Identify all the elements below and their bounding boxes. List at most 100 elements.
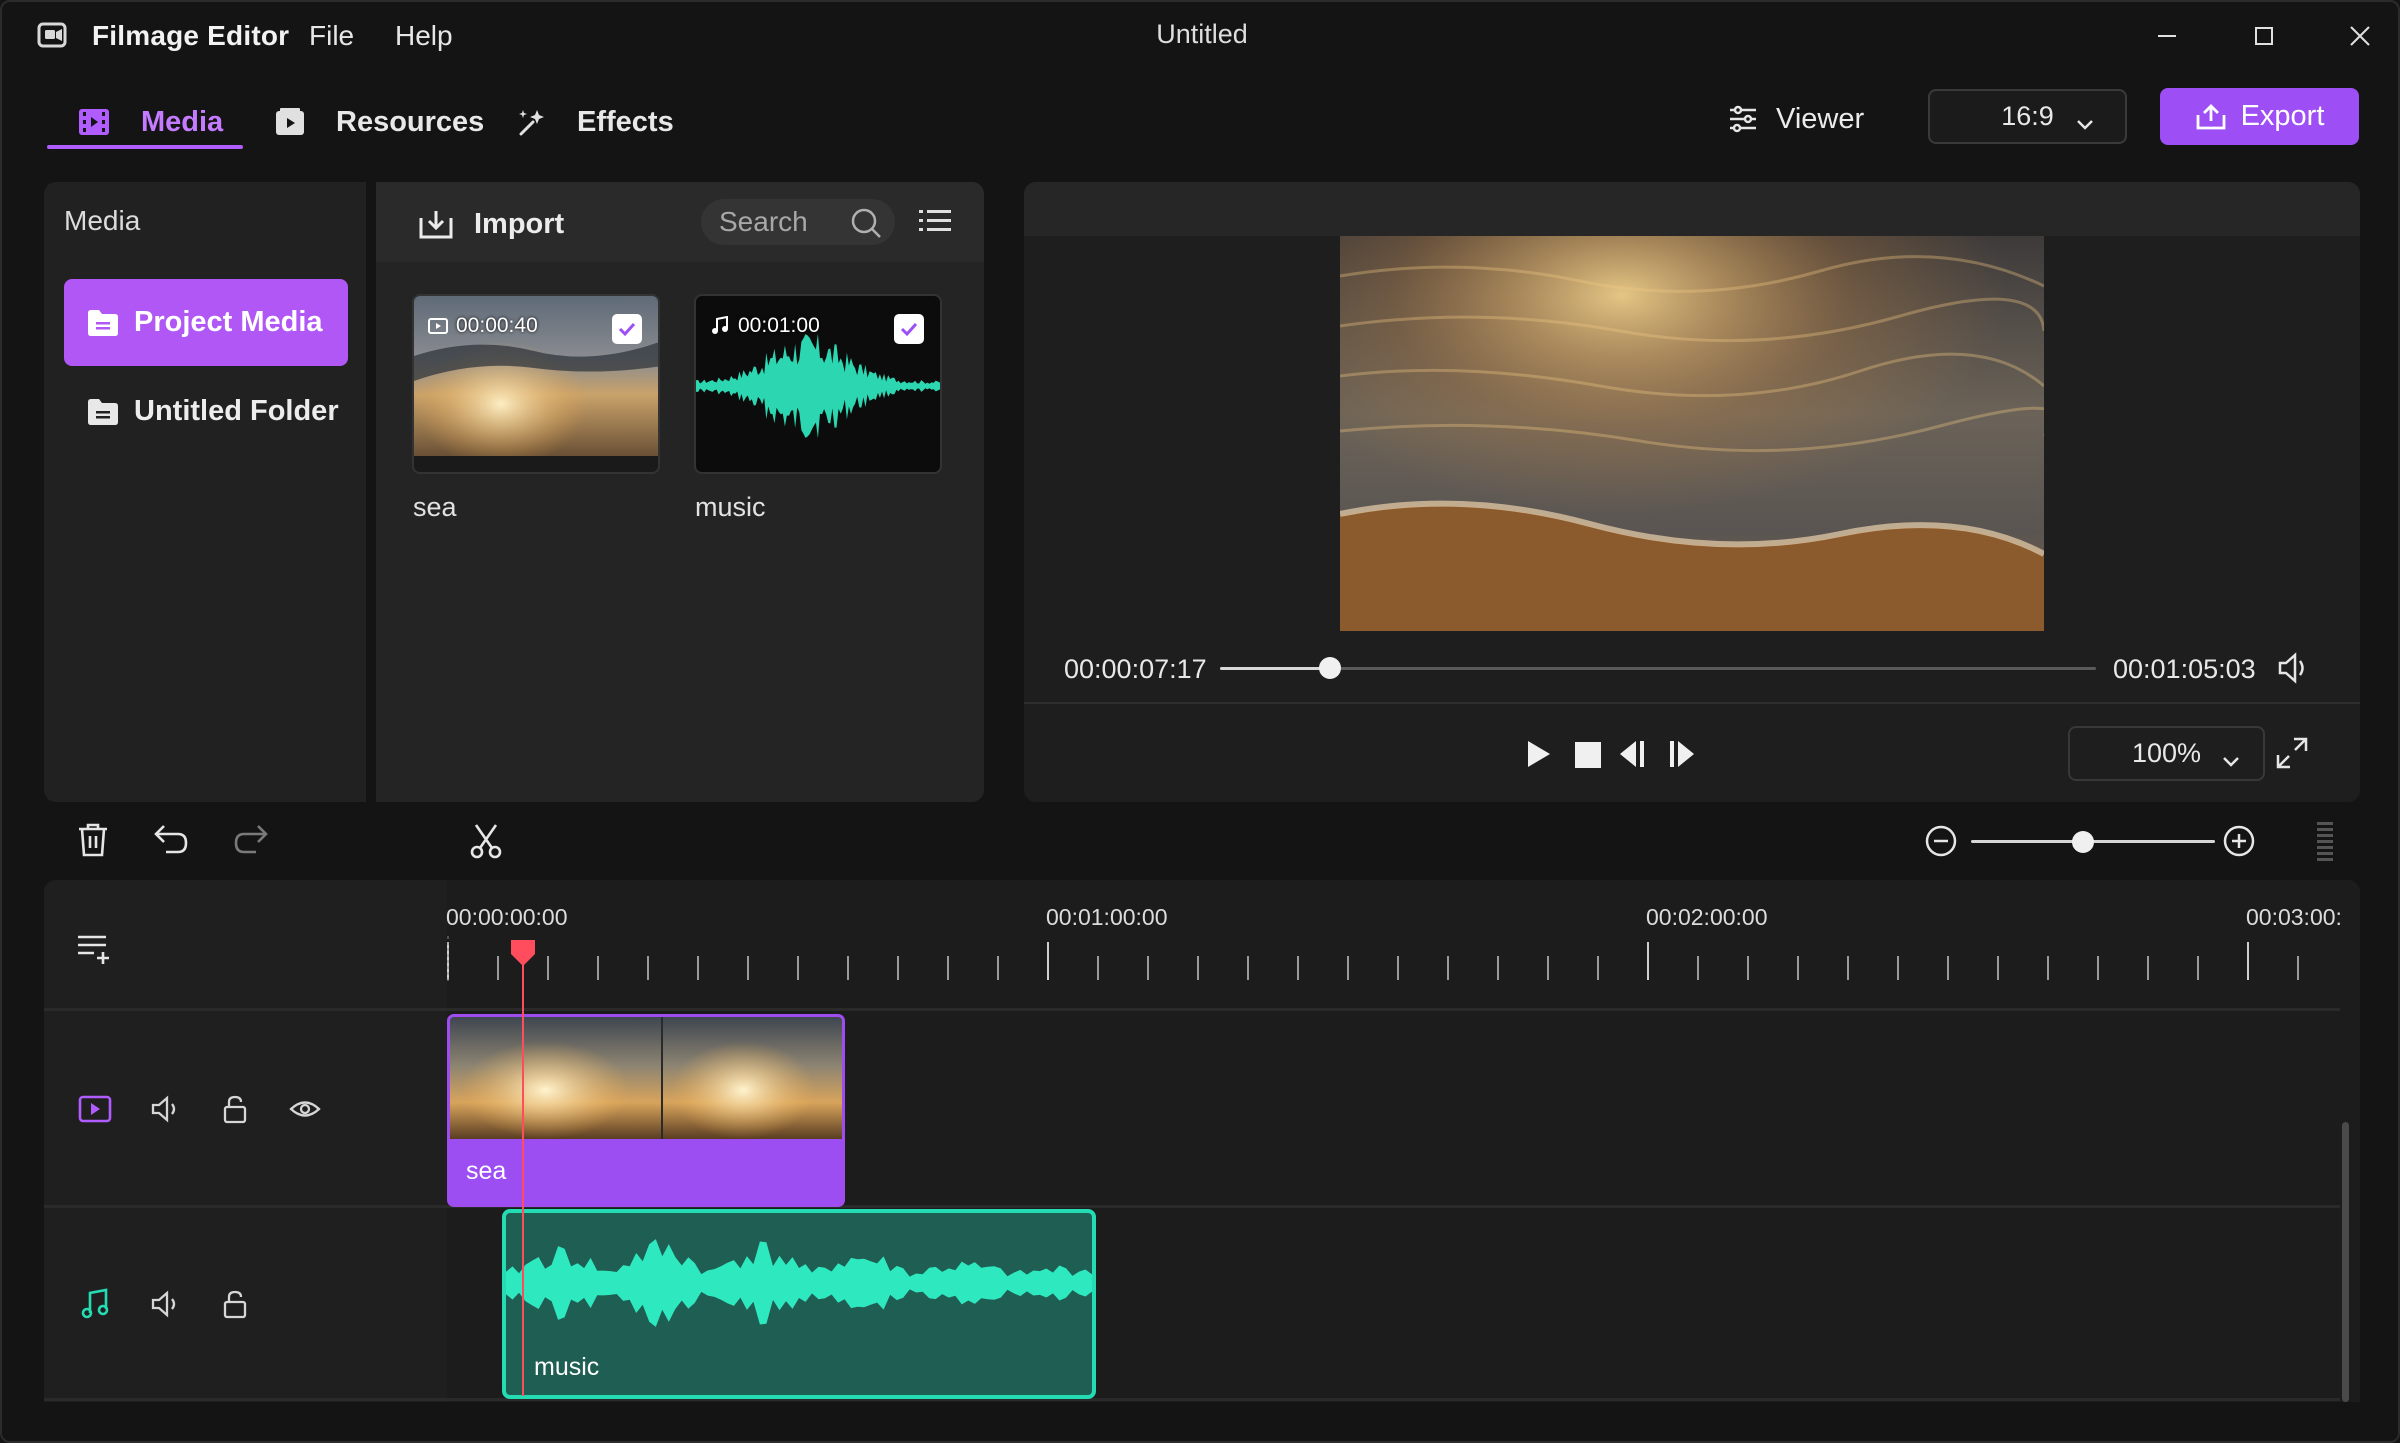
check-icon — [618, 322, 636, 337]
duration-text: 00:01:00 — [738, 314, 820, 337]
ruler-label: 00:00:00:00 — [446, 904, 568, 930]
redo-icon[interactable] — [232, 822, 270, 856]
export-button[interactable]: Export — [2160, 88, 2359, 145]
title-bar: Filmage Editor File Help Untitled — [2, 2, 2398, 68]
media-item-duration: 00:01:00 — [710, 314, 820, 338]
minimize-button[interactable] — [2145, 16, 2189, 56]
media-sidebar-title: Media — [64, 205, 141, 236]
eye-icon[interactable] — [289, 1096, 321, 1122]
ruler-label: 00:03:00:00 — [2246, 904, 2341, 930]
checkbox[interactable] — [612, 314, 642, 344]
sliders-icon — [1728, 104, 1776, 134]
video-clip[interactable]: sea — [447, 1014, 845, 1207]
playhead-handle[interactable] — [509, 938, 537, 968]
folder-untitled[interactable]: Untitled Folder — [64, 368, 348, 455]
video-track-icon — [78, 1094, 112, 1124]
timeline-scrollbar[interactable] — [2342, 1122, 2349, 1402]
timeline-ruler[interactable] — [446, 936, 2342, 982]
audio-waveform — [506, 1239, 1092, 1327]
import-label: Import — [474, 207, 565, 240]
media-item-name: sea — [413, 492, 457, 522]
folder-icon — [86, 397, 134, 427]
lock-icon[interactable] — [222, 1289, 248, 1319]
ruler-label: 00:01:00:00 — [1046, 904, 1168, 930]
import-button[interactable]: Import — [418, 202, 564, 246]
scissors-icon[interactable] — [468, 822, 504, 860]
folder-project-media[interactable]: Project Media — [64, 279, 348, 366]
track-divider — [44, 1008, 2340, 1011]
film-icon — [77, 107, 141, 137]
grip-icon[interactable] — [2316, 820, 2334, 864]
music-note-icon — [710, 316, 738, 336]
tab-media-label: Media — [141, 105, 224, 138]
play-box-icon — [274, 107, 336, 137]
seek-handle[interactable] — [1318, 657, 1341, 679]
media-item-sea[interactable]: 00:00:40 — [412, 294, 660, 474]
undo-icon[interactable] — [152, 822, 190, 856]
active-tab-indicator — [47, 145, 243, 149]
preview-divider — [1024, 702, 2360, 704]
viewer-button[interactable]: Viewer — [1728, 94, 1864, 144]
folder-label: Untitled Folder — [134, 395, 339, 427]
duration-text: 00:00:40 — [456, 314, 538, 337]
folder-icon — [86, 308, 134, 338]
tab-media[interactable]: Media — [77, 94, 223, 150]
aspect-ratio-value: 16:9 — [2001, 101, 2054, 131]
mute-icon[interactable] — [150, 1289, 182, 1319]
trash-icon[interactable] — [76, 822, 110, 858]
aspect-ratio-select[interactable]: 16:9 — [1928, 89, 2127, 144]
tab-resources-label: Resources — [336, 105, 485, 138]
next-frame-icon[interactable] — [1666, 738, 1698, 770]
seek-bar[interactable] — [1220, 667, 2096, 670]
track-divider — [44, 1398, 2340, 1401]
play-icon[interactable] — [1522, 738, 1554, 770]
audio-track-icon — [80, 1288, 110, 1320]
clip-label: music — [534, 1353, 600, 1381]
timeline-zoom-handle[interactable] — [2072, 831, 2095, 853]
audio-clip[interactable]: music — [502, 1209, 1096, 1399]
export-label: Export — [2240, 100, 2325, 132]
list-view-icon[interactable] — [918, 206, 952, 236]
tab-effects[interactable]: Effects — [515, 94, 674, 150]
total-time: 00:01:05:03 — [2113, 654, 2256, 684]
add-track-icon[interactable] — [76, 932, 112, 966]
import-icon — [418, 208, 474, 240]
close-button[interactable] — [2338, 16, 2382, 56]
media-item-name: music — [695, 492, 766, 522]
playhead-line — [522, 940, 524, 1396]
video-preview[interactable] — [1340, 236, 2044, 631]
maximize-button[interactable] — [2242, 16, 2286, 56]
check-icon — [900, 322, 918, 337]
search-placeholder: Search — [719, 206, 808, 237]
upload-icon — [2195, 103, 2241, 131]
mute-icon[interactable] — [150, 1094, 182, 1124]
preview-zoom-select[interactable]: 100% — [2068, 726, 2265, 781]
clip-label: sea — [466, 1157, 507, 1185]
seek-progress — [1220, 667, 1330, 670]
stop-icon[interactable] — [1574, 741, 1602, 769]
media-item-duration: 00:00:40 — [428, 314, 538, 338]
checkbox[interactable] — [894, 314, 924, 344]
window-title: Untitled — [1156, 19, 1248, 49]
fullscreen-icon[interactable] — [2275, 736, 2309, 770]
lock-icon[interactable] — [222, 1094, 248, 1124]
video-icon — [428, 317, 456, 335]
track-divider — [44, 1205, 2340, 1208]
app-window: Filmage Editor File Help Untitled Media … — [0, 0, 2400, 1443]
current-time: 00:00:07:17 — [1064, 654, 1207, 684]
preview-zoom-value: 100% — [2131, 738, 2202, 768]
volume-icon[interactable] — [2276, 650, 2312, 686]
media-library — [376, 182, 984, 802]
media-item-music[interactable]: 00:01:00 — [694, 294, 942, 474]
zoom-out-icon[interactable] — [1924, 824, 1958, 858]
sparkle-icon — [515, 106, 577, 138]
prev-frame-icon[interactable] — [1616, 738, 1648, 770]
zoom-in-icon[interactable] — [2222, 824, 2256, 858]
tab-resources[interactable]: Resources — [274, 94, 484, 150]
ruler-label: 00:02:00:00 — [1646, 904, 1768, 930]
viewer-label: Viewer — [1776, 102, 1865, 135]
preview-header — [1024, 182, 2360, 236]
media-sidebar — [44, 182, 366, 802]
search-input[interactable]: Search — [701, 199, 895, 245]
tab-effects-label: Effects — [577, 105, 674, 138]
